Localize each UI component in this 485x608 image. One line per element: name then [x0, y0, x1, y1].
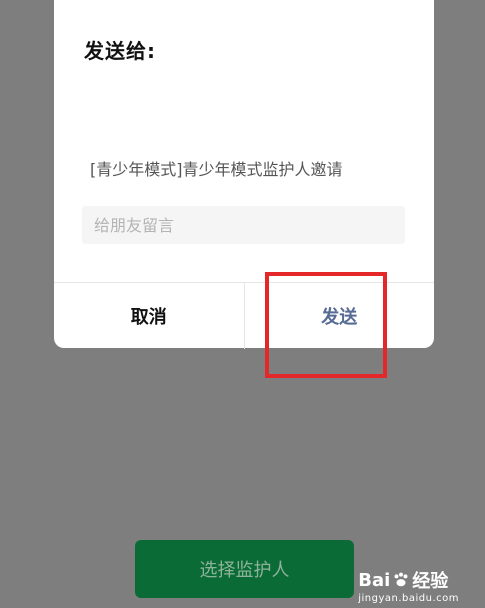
select-guardian-button[interactable]: 选择监护人 [135, 540, 354, 598]
paw-icon [394, 572, 408, 587]
note-input[interactable] [82, 206, 405, 244]
watermark-brand-right: 经验 [412, 571, 449, 592]
watermark-brand-left: Bai [358, 569, 391, 591]
send-dialog: 发送给: [青少年模式]青少年模式监护人邀请 取消 发送 [54, 0, 434, 349]
dialog-actions: 取消 发送 [54, 282, 434, 349]
dialog-title: 发送给: [84, 39, 156, 63]
send-button[interactable]: 发送 [245, 283, 435, 349]
baidu-watermark: Bai 经验 jingyan.baidu.com [358, 567, 459, 605]
cancel-button[interactable]: 取消 [54, 283, 244, 349]
watermark-url: jingyan.baidu.com [358, 593, 459, 604]
share-message: [青少年模式]青少年模式监护人邀请 [90, 160, 343, 179]
watermark-brand: Bai 经验 [358, 567, 459, 593]
